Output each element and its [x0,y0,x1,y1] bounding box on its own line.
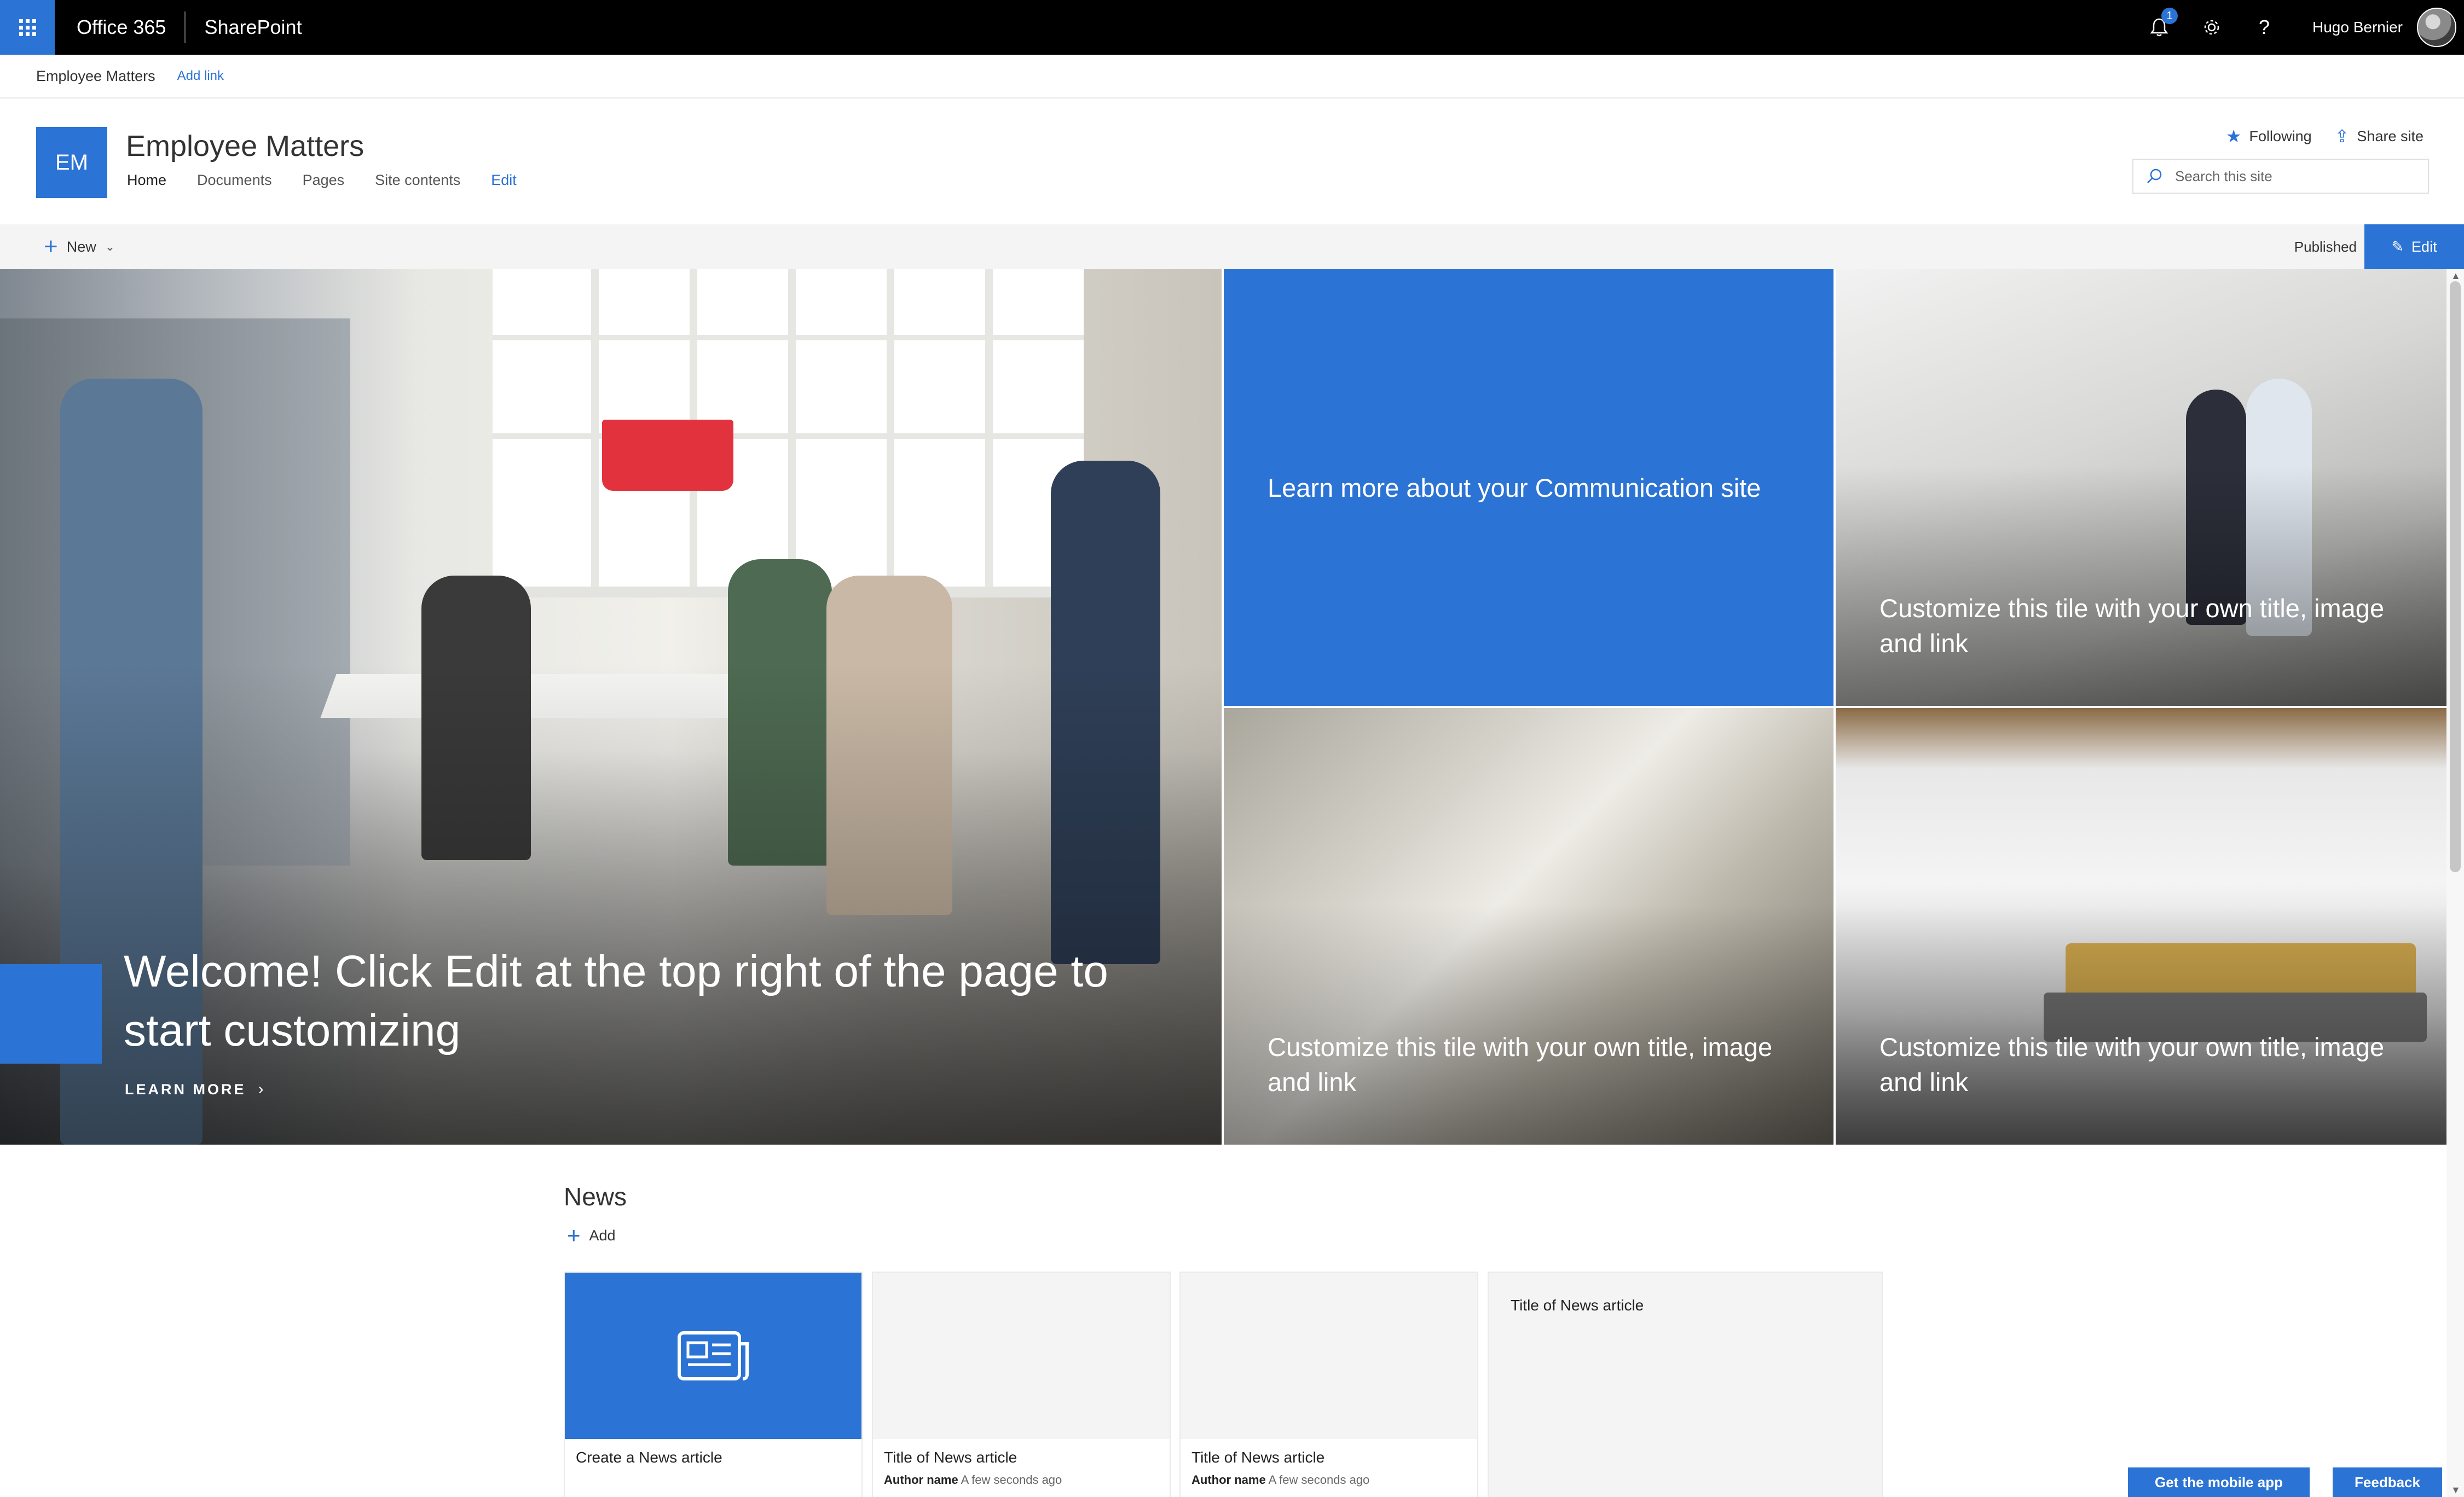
hero-main-tile[interactable]: Welcome! Click Edit at the top right of … [0,269,1222,1145]
scroll-down-icon[interactable]: ▼ [2451,1484,2461,1496]
suite-right-actions: 1 ? Hugo Bernier [2133,0,2464,55]
header-actions: ★ Following ⇪ Share site [2203,126,2423,147]
news-card-author: Author name [884,1473,958,1487]
command-bar: + New ⌄ Published ✎ Edit [0,224,2464,269]
image-shade [0,663,1222,1145]
news-section-title: News [564,1182,627,1211]
suite-divider [184,11,186,43]
nav-item-home[interactable]: Home [127,172,166,189]
suite-bar: Office 365 SharePoint 1 ? Hugo Bernier [0,0,2464,55]
share-site-label: Share site [2357,127,2423,144]
plus-icon: + [567,1222,581,1248]
site-title[interactable]: Employee Matters [126,129,364,163]
add-link-button[interactable]: Add link [177,68,224,84]
gear-icon [2204,20,2219,35]
hero-tile-title: Customize this tile with your own title,… [1879,1032,2385,1096]
share-icon: ⇪ [2334,126,2350,146]
hero-tile-bottom-left[interactable]: Customize this tile with your own title,… [1224,708,1833,1145]
chevron-down-icon: ⌄ [105,240,115,253]
settings-button[interactable] [2185,0,2238,55]
waffle-icon [19,19,36,36]
red-lamp-image [602,420,733,491]
help-button[interactable]: ? [2238,0,2291,55]
learn-more-link[interactable]: LEARN MORE › [125,1080,266,1099]
new-label: New [66,238,96,255]
hero-tile-title: Customize this tile with your own title,… [1268,1032,1773,1096]
site-navigation: Home Documents Pages Site contents Edit [127,172,547,189]
plus-icon: + [44,233,58,260]
news-card-time: A few seconds ago [1268,1473,1370,1487]
newspaper-icon [678,1331,749,1380]
nav-item-documents[interactable]: Documents [197,172,272,189]
news-card-create[interactable]: Create a News article [564,1272,863,1497]
star-icon: ★ [2225,126,2242,146]
question-mark-icon: ? [2259,16,2270,38]
news-card-meta: Author name A few seconds ago [1191,1473,1369,1487]
share-site-button[interactable]: ⇪ Share site [2335,126,2423,147]
news-card-title: Title of News article [884,1449,1017,1466]
hero-tile-title: Customize this tile with your own title,… [1879,594,2385,658]
chevron-right-icon: › [258,1080,266,1098]
news-card-time: A few seconds ago [961,1473,1062,1487]
news-card-title: Title of News article [1511,1297,1644,1314]
news-card-thumbnail [873,1273,1170,1439]
news-card-large[interactable]: Title of News article [1488,1272,1883,1497]
image-shade [1836,466,2446,706]
image-shade [1224,904,1833,1145]
avatar[interactable] [2417,8,2456,47]
following-label: Following [2249,127,2312,144]
learn-more-label: LEARN MORE [125,1081,246,1098]
hero-main-title: Welcome! Click Edit at the top right of … [124,947,1108,1055]
pencil-icon: ✎ [2391,238,2404,255]
user-name[interactable]: Hugo Bernier [2312,19,2403,36]
news-card-author: Author name [1191,1473,1266,1487]
search-placeholder: Search this site [2175,167,2272,184]
window-image [493,269,1084,597]
news-card-thumbnail [1181,1273,1477,1439]
hero-tile-communication[interactable]: Learn more about your Communication site [1224,269,1833,706]
site-logo[interactable]: EM [36,127,107,198]
image-shade [1836,904,2446,1145]
nav-item-pages[interactable]: Pages [303,172,345,189]
search-input[interactable]: Search this site [2132,159,2429,194]
edit-page-button[interactable]: ✎ Edit [2364,224,2464,269]
nav-item-site-contents[interactable]: Site contents [375,172,460,189]
new-button[interactable]: + New ⌄ [44,224,115,269]
news-card[interactable]: Title of News article Author name A few … [872,1272,1171,1497]
sharepoint-link[interactable]: SharePoint [204,16,302,39]
news-card-thumbnail [565,1273,861,1439]
get-mobile-app-button[interactable]: Get the mobile app [2128,1467,2310,1497]
news-card-title: Create a News article [576,1449,722,1466]
scroll-up-icon[interactable]: ▲ [2451,270,2461,282]
hero-tile-bottom-right[interactable]: Customize this tile with your own title,… [1836,708,2446,1145]
notifications-button[interactable]: 1 [2133,0,2185,55]
scrollbar-thumb[interactable] [2450,281,2461,872]
edit-label: Edit [2411,238,2437,255]
office-365-link[interactable]: Office 365 [77,16,166,39]
feedback-button[interactable]: Feedback [2333,1467,2442,1497]
hero-tile-top-right[interactable]: Customize this tile with your own title,… [1836,269,2446,706]
add-news-button[interactable]: + Add [567,1222,616,1249]
news-card[interactable]: Title of News article Author name A few … [1179,1272,1478,1497]
notification-badge: 1 [2161,8,2178,24]
hub-site-title[interactable]: Employee Matters [36,68,155,85]
site-header: EM Employee Matters Home Documents Pages… [0,100,2464,224]
search-icon [2147,169,2162,183]
add-news-label: Add [589,1227,616,1244]
page-scrollbar[interactable]: ▲ ▼ [2446,269,2464,1497]
news-card-title: Title of News article [1191,1449,1325,1466]
hub-navigation: Employee Matters Add link [0,55,2464,98]
hero-tile-title: Learn more about your Communication site [1268,473,1761,502]
app-launcher-button[interactable] [0,0,55,55]
hero-accent-block [0,964,102,1064]
nav-edit-link[interactable]: Edit [491,172,517,189]
publish-status: Published [2294,238,2357,255]
hero-web-part: Welcome! Click Edit at the top right of … [0,269,2446,1145]
following-button[interactable]: ★ Following [2226,126,2312,147]
news-card-meta: Author name A few seconds ago [884,1473,1062,1487]
